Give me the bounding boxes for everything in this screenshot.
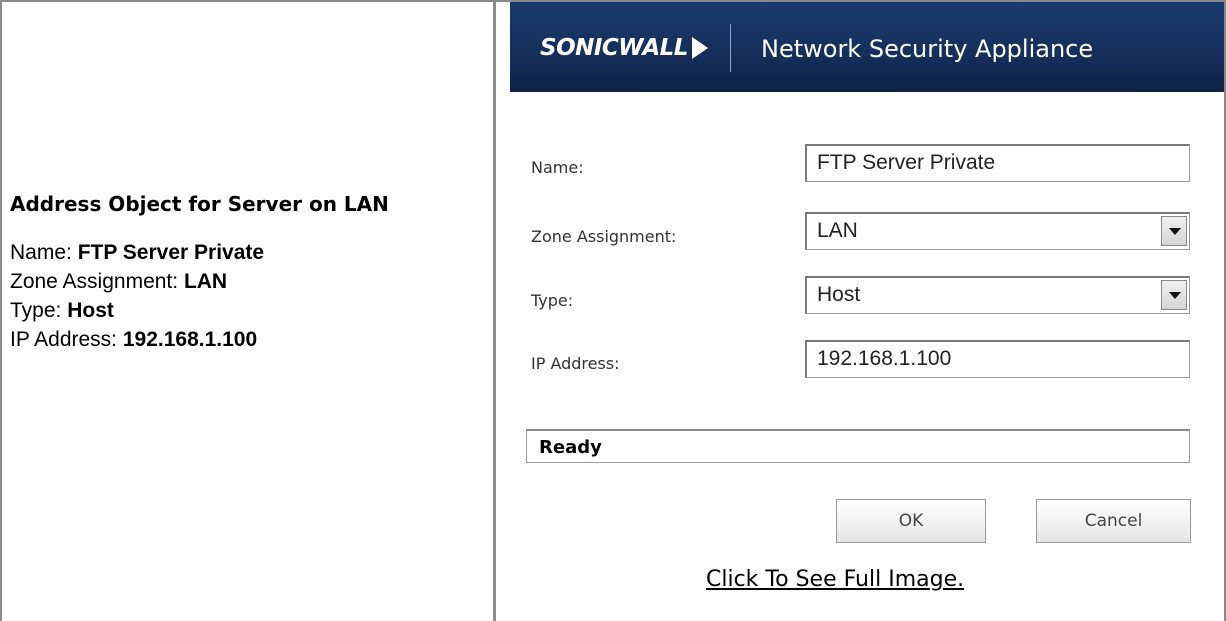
description-ip-label: IP Address: <box>10 328 123 351</box>
description-type-value: Host <box>67 299 114 322</box>
name-field[interactable]: FTP Server Private <box>805 144 1190 182</box>
header-separator <box>730 24 731 72</box>
header-title: Network Security Appliance <box>761 35 1094 63</box>
ok-button[interactable]: OK <box>836 499 986 543</box>
frame-left-border <box>0 0 2 621</box>
full-image-link[interactable]: Click To See Full Image. <box>706 567 964 592</box>
column-divider <box>493 0 496 621</box>
type-value: Host <box>817 283 861 306</box>
chevron-down-icon[interactable] <box>1161 280 1187 310</box>
sonicwall-logo-text: SONICWALL <box>540 35 688 61</box>
description-type-label: Type: <box>10 299 68 322</box>
cancel-button[interactable]: Cancel <box>1036 499 1191 543</box>
sonicwall-header: SONICWALL Network Security Appliance <box>510 2 1224 92</box>
type-label: Type: <box>531 291 574 310</box>
sonicwall-logo: SONICWALL <box>540 35 708 61</box>
chevron-down-icon[interactable] <box>1161 216 1187 246</box>
sonicwall-arrow-icon <box>691 37 708 59</box>
description-zone-value: LAN <box>183 270 228 293</box>
ip-address-field[interactable]: 192.168.1.100 <box>805 340 1190 378</box>
zone-assignment-label: Zone Assignment: <box>531 227 677 246</box>
status-bar: Ready <box>526 429 1190 463</box>
description-ip-value: 192.168.1.100 <box>122 328 258 351</box>
description-panel: Address Object for Server on LAN Name: F… <box>10 192 490 354</box>
description-name-label: Name: <box>10 241 78 264</box>
ip-address-label: IP Address: <box>531 354 620 373</box>
name-label: Name: <box>531 158 584 177</box>
description-ip-line: IP Address: 192.168.1.100 <box>10 325 490 354</box>
description-type-line: Type: Host <box>10 296 490 325</box>
zone-assignment-select[interactable]: LAN <box>805 212 1190 250</box>
description-heading: Address Object for Server on LAN <box>10 192 389 216</box>
description-name-value: FTP Server Private <box>77 241 265 264</box>
description-zone-label: Zone Assignment: <box>10 270 184 293</box>
zone-assignment-value: LAN <box>817 219 858 242</box>
description-zone-line: Zone Assignment: LAN <box>10 267 490 296</box>
description-name-line: Name: FTP Server Private <box>10 238 490 267</box>
type-select[interactable]: Host <box>805 276 1190 314</box>
